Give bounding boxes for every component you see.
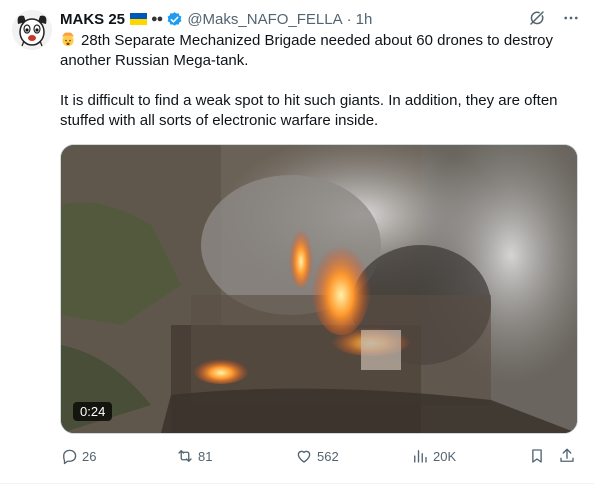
video-duration: 0:24 <box>73 402 113 421</box>
tweet[interactable]: MAKS 25 ●● @Maks_NAFO_FELLA · 1h 28th Se… <box>0 0 594 486</box>
reply-button[interactable]: 26 <box>60 447 96 465</box>
reply-icon <box>60 447 78 465</box>
grok-icon[interactable] <box>528 9 546 31</box>
views-icon <box>411 447 429 465</box>
separator-dot: · <box>346 10 352 28</box>
repost-button[interactable]: 81 <box>176 447 212 465</box>
like-count: 562 <box>317 448 339 464</box>
video-player[interactable]: 0:24 <box>60 144 578 434</box>
author-handle[interactable]: @Maks_NAFO_FELLA <box>187 11 342 28</box>
more-icon[interactable] <box>562 9 580 31</box>
author-name[interactable]: MAKS 25 <box>60 11 125 28</box>
exploding-head-icon <box>60 31 76 51</box>
tweet-paragraph-2: It is difficult to find a weak spot to h… <box>60 92 558 129</box>
repost-count: 81 <box>198 448 213 464</box>
bookmark-icon <box>528 447 546 465</box>
heart-icon <box>295 447 313 465</box>
video-thumbnail <box>61 145 577 433</box>
verified-badge-icon[interactable] <box>166 11 183 28</box>
tweet-actions: 26 81 562 20K <box>60 447 580 469</box>
tweet-line-1: 28th Separate Mechanized Brigade needed … <box>60 32 554 69</box>
eyes-icon: ●● <box>151 13 163 25</box>
avatar-image <box>12 10 52 50</box>
tweet-time[interactable]: 1h <box>356 11 373 28</box>
views-count: 20K <box>433 448 457 464</box>
tweet-paragraph-1: 28th Separate Mechanized Brigade needed … <box>60 31 582 71</box>
ukraine-flag-icon <box>130 13 148 25</box>
reply-count: 26 <box>82 448 97 464</box>
avatar[interactable] <box>12 10 52 50</box>
bookmark-button[interactable] <box>528 447 546 465</box>
tweet-header: MAKS 25 ●● @Maks_NAFO_FELLA · 1h <box>60 9 580 29</box>
like-button[interactable]: 562 <box>295 447 339 465</box>
share-icon <box>558 447 576 465</box>
share-button[interactable] <box>558 447 576 465</box>
repost-icon <box>176 447 194 465</box>
views-button[interactable]: 20K <box>411 447 456 465</box>
header-actions <box>528 9 580 31</box>
tweet-text: 28th Separate Mechanized Brigade needed … <box>60 31 582 131</box>
divider <box>0 483 594 484</box>
